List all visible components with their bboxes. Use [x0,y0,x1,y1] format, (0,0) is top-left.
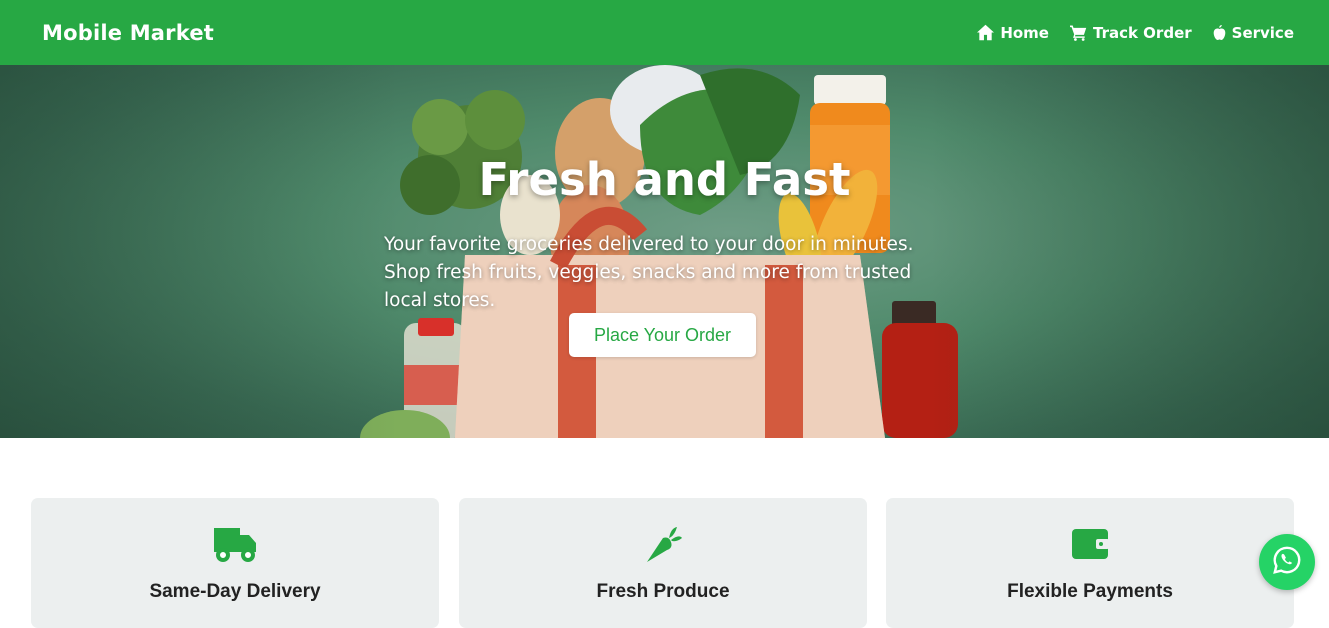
feature-card-payments: Flexible Payments [886,498,1294,628]
nav-link-label: Home [1000,23,1049,42]
cart-icon [1069,24,1088,41]
navbar: Mobile Market Home Track Order Service [0,0,1329,65]
brand-logo-text[interactable]: Mobile Market [42,21,214,45]
place-order-button[interactable]: Place Your Order [569,313,756,357]
feature-title: Flexible Payments [1007,581,1173,602]
hero-section: Fresh and Fast Your favorite groceries d… [0,65,1329,438]
nav-link-label: Service [1231,23,1294,42]
whatsapp-chat-button[interactable] [1259,534,1315,590]
wallet-icon [886,526,1294,560]
hero-subtitle: Your favorite groceries delivered to you… [384,234,914,311]
hero-title: Fresh and Fast [478,153,851,206]
nav-link-service[interactable]: Service [1212,24,1294,42]
feature-title: Same-Day Delivery [149,581,321,602]
feature-card-produce: Fresh Produce [459,498,867,628]
nav-link-home[interactable]: Home [976,24,1049,42]
truck-icon [31,526,439,562]
whatsapp-icon [1272,545,1302,579]
home-icon [976,24,995,41]
feature-title: Fresh Produce [596,581,730,602]
hero-content: Fresh and Fast Your favorite groceries d… [0,65,1329,438]
nav-links: Home Track Order Service [976,24,1294,42]
feature-card-delivery: Same-Day Delivery [31,498,439,628]
apple-icon [1212,24,1227,41]
nav-link-track-order[interactable]: Track Order [1069,24,1192,42]
nav-link-label: Track Order [1092,23,1192,42]
carrot-icon [459,526,867,564]
